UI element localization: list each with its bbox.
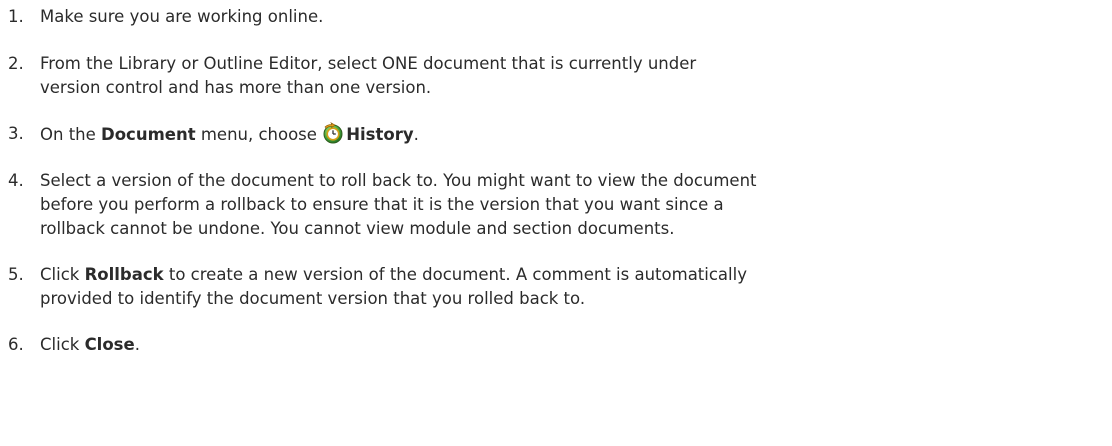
step-line: rollback cannot be undone. You cannot vi…	[40, 219, 675, 238]
step-line: Click Rollback to create a new version o…	[40, 263, 1108, 287]
step-number: 3.	[8, 124, 24, 143]
menu-item-history: History	[346, 125, 414, 144]
step-text: Click Rollback to create a new version o…	[40, 263, 1108, 311]
step-text-post: to create a new version of the document.…	[163, 265, 747, 284]
step-line: before you perform a rollback to ensure …	[40, 195, 724, 214]
step-line: Make sure you are working online.	[40, 7, 324, 26]
step-number: 5.	[8, 265, 24, 284]
step-text: On the Document menu, choose History.	[40, 122, 1108, 147]
step-text-pre: Click	[40, 335, 85, 354]
step-text-pre: On the	[40, 125, 102, 144]
step-text-mid: menu, choose	[195, 125, 323, 144]
step-line: From the Library or Outline Editor, sele…	[40, 54, 697, 73]
step-line: Click Close.	[40, 333, 1108, 357]
button-name-rollback: Rollback	[84, 265, 164, 284]
step-line: On the Document menu, choose History.	[40, 122, 1108, 147]
step-number: 1.	[8, 7, 24, 26]
step-text: Make sure you are working online.	[40, 5, 1108, 29]
procedure-steps: 1. Make sure you are working online. 2. …	[0, 0, 1112, 446]
step-text-pre: Click	[40, 265, 85, 284]
step-number: 4.	[8, 171, 24, 190]
step-text: Select a version of the document to roll…	[40, 169, 1108, 241]
step-number: 6.	[8, 335, 24, 354]
step-line: provided to identify the document versio…	[40, 289, 586, 308]
step-text: From the Library or Outline Editor, sele…	[40, 52, 1108, 100]
step-line: version control and has more than one ve…	[40, 78, 432, 97]
step-number: 2.	[8, 54, 24, 73]
menu-name-document: Document	[101, 125, 196, 144]
step-text-post: .	[134, 335, 140, 354]
button-name-close: Close	[84, 335, 135, 354]
step-text: Click Close.	[40, 333, 1108, 357]
step-line: Select a version of the document to roll…	[40, 171, 757, 190]
step-text-post: .	[413, 125, 419, 144]
history-clock-icon	[322, 122, 344, 144]
